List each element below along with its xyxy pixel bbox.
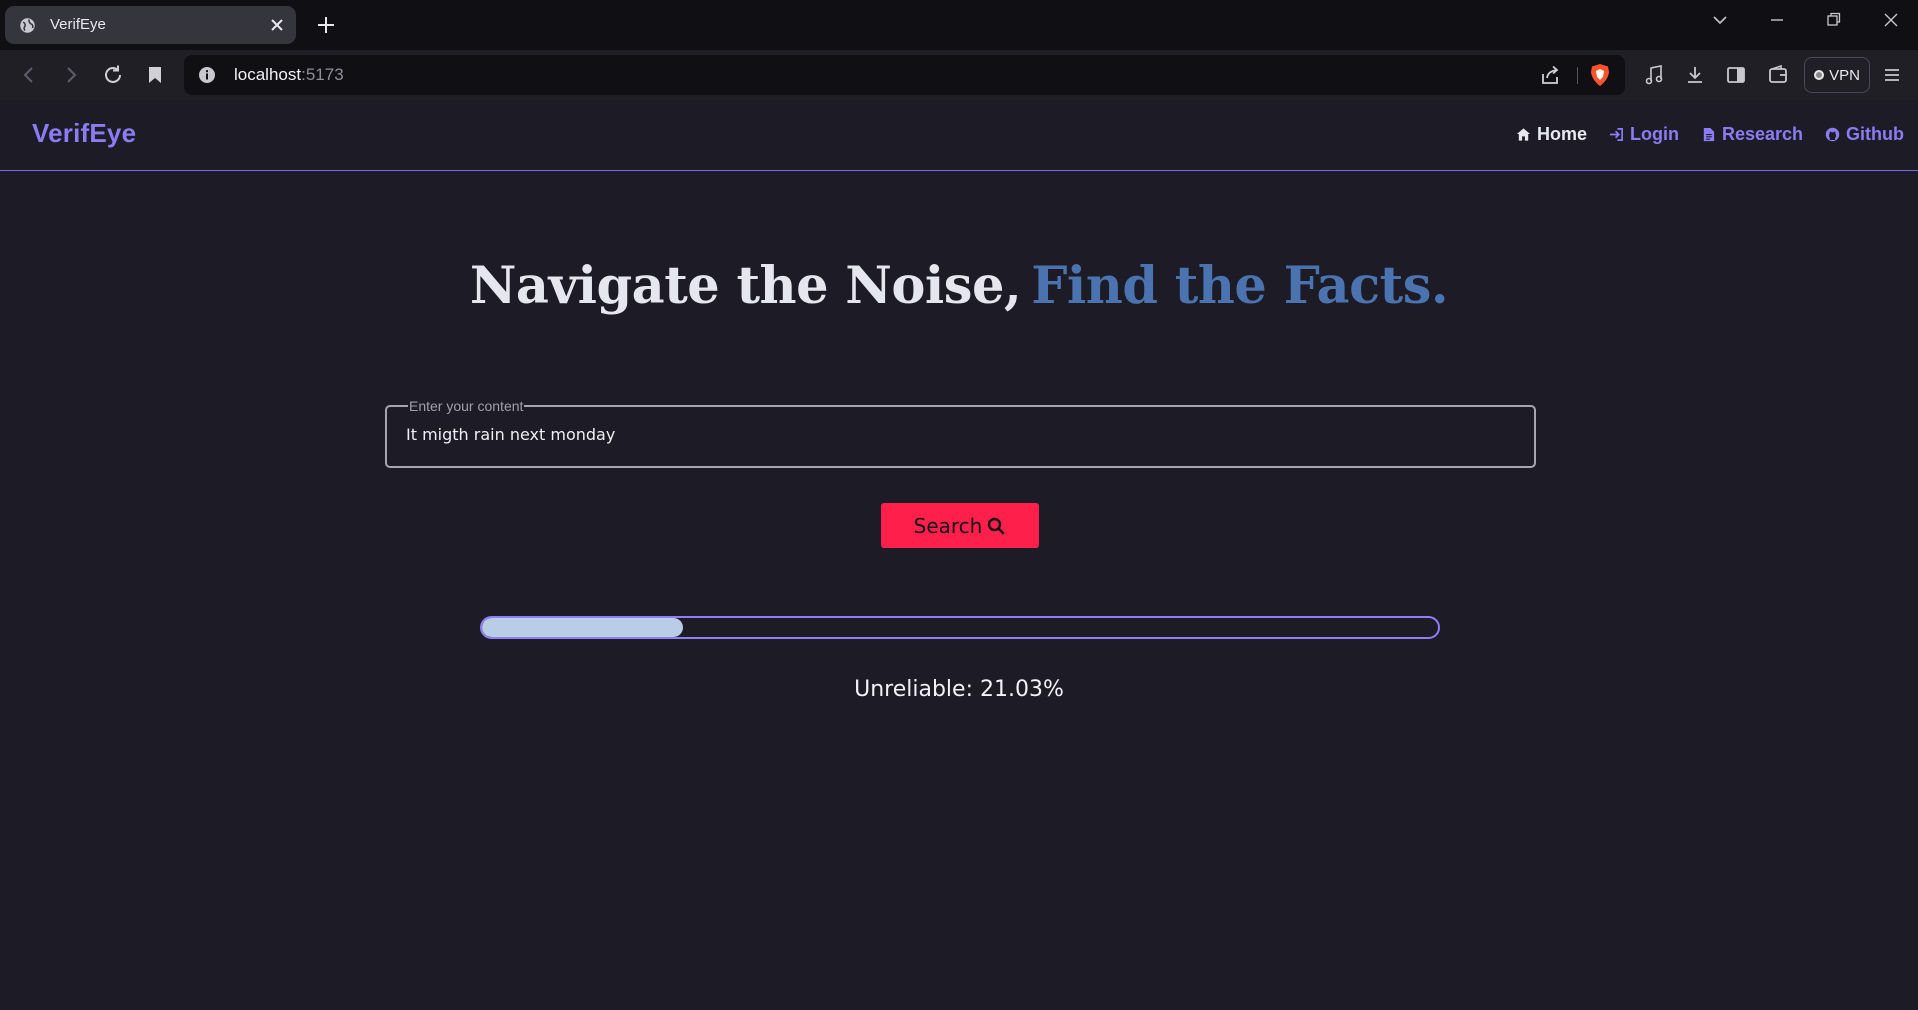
- nav-link-label: Research: [1721, 124, 1804, 144]
- back-icon[interactable]: [17, 63, 41, 87]
- content-input-field: Enter your content: [385, 398, 1536, 468]
- globe-icon: [20, 18, 35, 33]
- urlbar-separator: [1577, 67, 1578, 84]
- plus-icon[interactable]: [314, 13, 338, 37]
- vpn-label: VPN: [1829, 66, 1860, 84]
- reload-icon[interactable]: [101, 63, 125, 87]
- restore-icon[interactable]: [1818, 8, 1848, 32]
- github-icon: [1825, 127, 1840, 142]
- headline-main: Navigate the Noise,: [469, 256, 1022, 316]
- headline-accent: Find the Facts.: [1031, 256, 1449, 316]
- browser-toolbar: localhost:5173 VPN: [0, 50, 1918, 100]
- music-icon[interactable]: [1642, 63, 1666, 87]
- reliability-progress-fill: [482, 618, 684, 637]
- brave-shield-icon[interactable]: [1589, 63, 1611, 87]
- reliability-result: Unreliable: 21.03%: [854, 677, 1064, 702]
- search-button[interactable]: Search: [881, 503, 1039, 548]
- vpn-button[interactable]: VPN: [1804, 57, 1870, 93]
- close-window-icon[interactable]: [1876, 8, 1906, 32]
- chevron-down-icon[interactable]: [1705, 8, 1735, 32]
- address-bar[interactable]: localhost:5173: [184, 55, 1625, 95]
- home-icon: [1516, 128, 1531, 141]
- site-navbar: VerifEye Home Login Research Github: [0, 100, 1918, 171]
- nav-link-label: Home: [1536, 124, 1587, 144]
- wallet-icon[interactable]: [1766, 63, 1790, 87]
- login-icon: [1609, 128, 1623, 141]
- search-icon: [988, 517, 1005, 534]
- document-icon: [1703, 127, 1715, 142]
- search-button-label: Search: [913, 513, 983, 538]
- nav-links: Home Login Research Github: [1516, 124, 1904, 145]
- brand-logo[interactable]: VerifEye: [32, 118, 136, 149]
- url-port: :5173: [301, 65, 344, 84]
- menu-icon[interactable]: [1880, 63, 1904, 87]
- content-input-label: Enter your content: [408, 398, 525, 414]
- download-icon[interactable]: [1683, 63, 1707, 87]
- nav-link-github[interactable]: Github: [1825, 124, 1904, 145]
- forward-icon[interactable]: [59, 63, 83, 87]
- bookmark-icon[interactable]: [143, 63, 167, 87]
- nav-link-research[interactable]: Research: [1701, 124, 1803, 145]
- nav-link-login[interactable]: Login: [1609, 124, 1679, 145]
- browser-tab[interactable]: VerifEye: [5, 6, 296, 44]
- vpn-status-icon: [1814, 70, 1825, 80]
- content-input[interactable]: [406, 425, 1506, 444]
- nav-link-home[interactable]: Home: [1516, 124, 1587, 145]
- nav-link-label: Login: [1629, 124, 1679, 144]
- url-host: localhost: [234, 65, 302, 84]
- nav-link-label: Github: [1846, 124, 1904, 144]
- browser-tab-strip: VerifEye: [0, 0, 1918, 50]
- minimize-icon[interactable]: [1762, 8, 1792, 32]
- close-icon[interactable]: [268, 16, 286, 34]
- sidebar-icon[interactable]: [1724, 63, 1748, 87]
- reliability-progress-bar: [480, 616, 1440, 639]
- hero-headline: Navigate the Noise, Find the Facts.: [0, 256, 1918, 316]
- info-icon[interactable]: [198, 66, 216, 84]
- share-icon[interactable]: [1539, 64, 1561, 86]
- url-text[interactable]: localhost:5173: [234, 65, 344, 85]
- tab-title: VerifEye: [50, 16, 106, 33]
